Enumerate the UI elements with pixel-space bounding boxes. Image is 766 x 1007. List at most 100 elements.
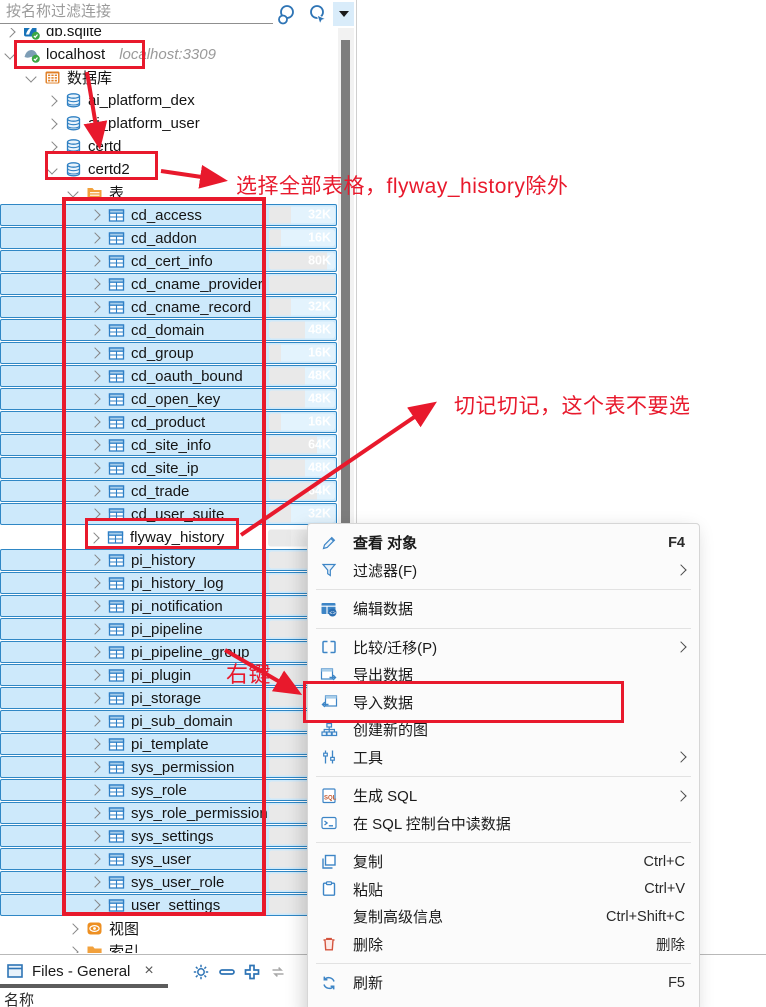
tree-node-sys_role[interactable]: sys_role bbox=[0, 779, 337, 801]
menu-item-导出数据[interactable]: 导出数据 bbox=[308, 661, 699, 689]
tree-node-pi_notification[interactable]: pi_notification bbox=[0, 595, 337, 617]
collapse-all-icon[interactable] bbox=[218, 963, 236, 981]
expand-chevron-icon[interactable] bbox=[89, 301, 100, 312]
tree-node-cd_access[interactable]: cd_access 32K bbox=[0, 204, 337, 226]
expand-chevron-icon[interactable] bbox=[67, 186, 78, 197]
tree-node-cd_open_key[interactable]: cd_open_key 48K bbox=[0, 388, 337, 410]
gear-icon[interactable] bbox=[192, 963, 210, 981]
connection-select-icon[interactable] bbox=[274, 2, 300, 28]
tree-node-pi_template[interactable]: pi_template bbox=[0, 733, 337, 755]
tree-node-表[interactable]: 表 bbox=[0, 181, 337, 204]
tree-node-sys_user_role[interactable]: sys_user_role bbox=[0, 871, 337, 893]
tree-node-ai_platform_user[interactable]: ai_platform_user bbox=[0, 112, 337, 135]
tree-node-cd_user_suite[interactable]: cd_user_suite 32K bbox=[0, 503, 337, 525]
tree-node-certd[interactable]: certd bbox=[0, 135, 337, 158]
expand-chevron-icon[interactable] bbox=[89, 209, 100, 220]
tree-node-视图[interactable]: 视图 bbox=[0, 917, 337, 940]
expand-chevron-icon[interactable] bbox=[89, 715, 100, 726]
menu-item-比较/迁移(P)[interactable]: 比较/迁移(P) bbox=[308, 634, 699, 662]
expand-chevron-icon[interactable] bbox=[89, 508, 100, 519]
expand-chevron-icon[interactable] bbox=[89, 462, 100, 473]
expand-chevron-icon[interactable] bbox=[89, 347, 100, 358]
expand-chevron-icon[interactable] bbox=[89, 600, 100, 611]
tree-node-cd_site_ip[interactable]: cd_site_ip 48K bbox=[0, 457, 337, 479]
expand-all-icon[interactable] bbox=[243, 963, 261, 981]
tree-node-cd_product[interactable]: cd_product 16K bbox=[0, 411, 337, 433]
menu-item-查看 对象[interactable]: 查看 对象 F4 bbox=[308, 529, 699, 557]
tree-node-pi_pipeline_group[interactable]: pi_pipeline_group bbox=[0, 641, 337, 663]
menu-item-粘贴[interactable]: 粘贴 Ctrl+V bbox=[308, 876, 699, 904]
expand-chevron-icon[interactable] bbox=[46, 95, 57, 106]
expand-chevron-icon[interactable] bbox=[89, 876, 100, 887]
tree-node-flyway_history[interactable]: flyway_history bbox=[0, 526, 337, 549]
expand-chevron-icon[interactable] bbox=[89, 370, 100, 381]
menu-item-编辑数据[interactable]: <> 编辑数据 bbox=[308, 595, 699, 623]
tree-node-cd_addon[interactable]: cd_addon 16K bbox=[0, 227, 337, 249]
menu-item-复制[interactable]: 复制 Ctrl+C bbox=[308, 848, 699, 876]
tree-node-sys_user[interactable]: sys_user bbox=[0, 848, 337, 870]
tree-node-pi_plugin[interactable]: pi_plugin bbox=[0, 664, 337, 686]
expand-chevron-icon[interactable] bbox=[89, 416, 100, 427]
expand-chevron-icon[interactable] bbox=[67, 946, 78, 953]
expand-chevron-icon[interactable] bbox=[46, 141, 57, 152]
menu-item-复制高级信息[interactable]: 复制高级信息 Ctrl+Shift+C bbox=[308, 903, 699, 931]
tree-node-pi_history_log[interactable]: pi_history_log bbox=[0, 572, 337, 594]
tree-node-数据库[interactable]: 数据库 bbox=[0, 66, 337, 89]
menu-item-删除[interactable]: 删除 删除 bbox=[308, 931, 699, 959]
expand-chevron-icon[interactable] bbox=[89, 278, 100, 289]
expand-chevron-icon[interactable] bbox=[4, 48, 15, 59]
toolbar-dropdown-icon[interactable] bbox=[333, 2, 354, 26]
tree-node-索引[interactable]: 索引 bbox=[0, 940, 337, 953]
tree-node-pi_sub_domain[interactable]: pi_sub_domain bbox=[0, 710, 337, 732]
tree-node-pi_pipeline[interactable]: pi_pipeline bbox=[0, 618, 337, 640]
expand-chevron-icon[interactable] bbox=[89, 439, 100, 450]
tree-node-cd_site_info[interactable]: cd_site_info 64K bbox=[0, 434, 337, 456]
tree-node-ai_platform_dex[interactable]: ai_platform_dex bbox=[0, 89, 337, 112]
menu-item-过滤器(F)[interactable]: 过滤器(F) bbox=[308, 557, 699, 585]
link-editor-icon[interactable] bbox=[269, 963, 287, 981]
tree-node-pi_storage[interactable]: pi_storage bbox=[0, 687, 337, 709]
expand-chevron-icon[interactable] bbox=[89, 623, 100, 634]
expand-chevron-icon[interactable] bbox=[89, 853, 100, 864]
menu-item-生成 SQL[interactable]: SQL 生成 SQL bbox=[308, 782, 699, 810]
menu-item-导入数据[interactable]: 导入数据 bbox=[308, 689, 699, 717]
expand-chevron-icon[interactable] bbox=[89, 830, 100, 841]
expand-chevron-icon[interactable] bbox=[89, 232, 100, 243]
tree-node-cd_trade[interactable]: cd_trade 64K bbox=[0, 480, 337, 502]
connection-pick-icon[interactable] bbox=[305, 2, 331, 28]
expand-chevron-icon[interactable] bbox=[89, 646, 100, 657]
tree-node-cd_oauth_bound[interactable]: cd_oauth_bound 48K bbox=[0, 365, 337, 387]
expand-chevron-icon[interactable] bbox=[67, 923, 78, 934]
tree-node-cd_domain[interactable]: cd_domain 48K bbox=[0, 319, 337, 341]
expand-chevron-icon[interactable] bbox=[25, 71, 36, 82]
tree-node-sys_permission[interactable]: sys_permission bbox=[0, 756, 337, 778]
tree-node-cd_cert_info[interactable]: cd_cert_info 80K bbox=[0, 250, 337, 272]
tree-node-sys_settings[interactable]: sys_settings bbox=[0, 825, 337, 847]
expand-chevron-icon[interactable] bbox=[89, 324, 100, 335]
expand-chevron-icon[interactable] bbox=[89, 485, 100, 496]
expand-chevron-icon[interactable] bbox=[89, 784, 100, 795]
expand-chevron-icon[interactable] bbox=[89, 669, 100, 680]
close-icon[interactable]: × bbox=[144, 962, 153, 980]
tree-node-localhost[interactable]: localhost localhost:3309 bbox=[0, 43, 337, 66]
menu-item-刷新[interactable]: 刷新 F5 bbox=[308, 969, 699, 997]
expand-chevron-icon[interactable] bbox=[89, 807, 100, 818]
expand-chevron-icon[interactable] bbox=[46, 118, 57, 129]
menu-item-在 SQL 控制台中读数据[interactable]: 在 SQL 控制台中读数据 bbox=[308, 810, 699, 838]
expand-chevron-icon[interactable] bbox=[88, 532, 99, 543]
expand-chevron-icon[interactable] bbox=[89, 692, 100, 703]
expand-chevron-icon[interactable] bbox=[46, 163, 57, 174]
expand-chevron-icon[interactable] bbox=[89, 554, 100, 565]
tree-node-cd_group[interactable]: cd_group 16K bbox=[0, 342, 337, 364]
tree-node-pi_history[interactable]: pi_history bbox=[0, 549, 337, 571]
expand-chevron-icon[interactable] bbox=[89, 738, 100, 749]
expand-chevron-icon[interactable] bbox=[89, 255, 100, 266]
tab-files-general[interactable]: Files - General × bbox=[6, 958, 154, 984]
expand-chevron-icon[interactable] bbox=[89, 577, 100, 588]
menu-item-工具[interactable]: 工具 bbox=[308, 744, 699, 772]
expand-chevron-icon[interactable] bbox=[89, 393, 100, 404]
tree-node-cd_cname_record[interactable]: cd_cname_record 32K bbox=[0, 296, 337, 318]
menu-item-创建新的图[interactable]: 创建新的图 bbox=[308, 716, 699, 744]
tree-node-sys_role_permission[interactable]: sys_role_permission bbox=[0, 802, 337, 824]
tree-node-certd2[interactable]: certd2 bbox=[0, 158, 337, 181]
